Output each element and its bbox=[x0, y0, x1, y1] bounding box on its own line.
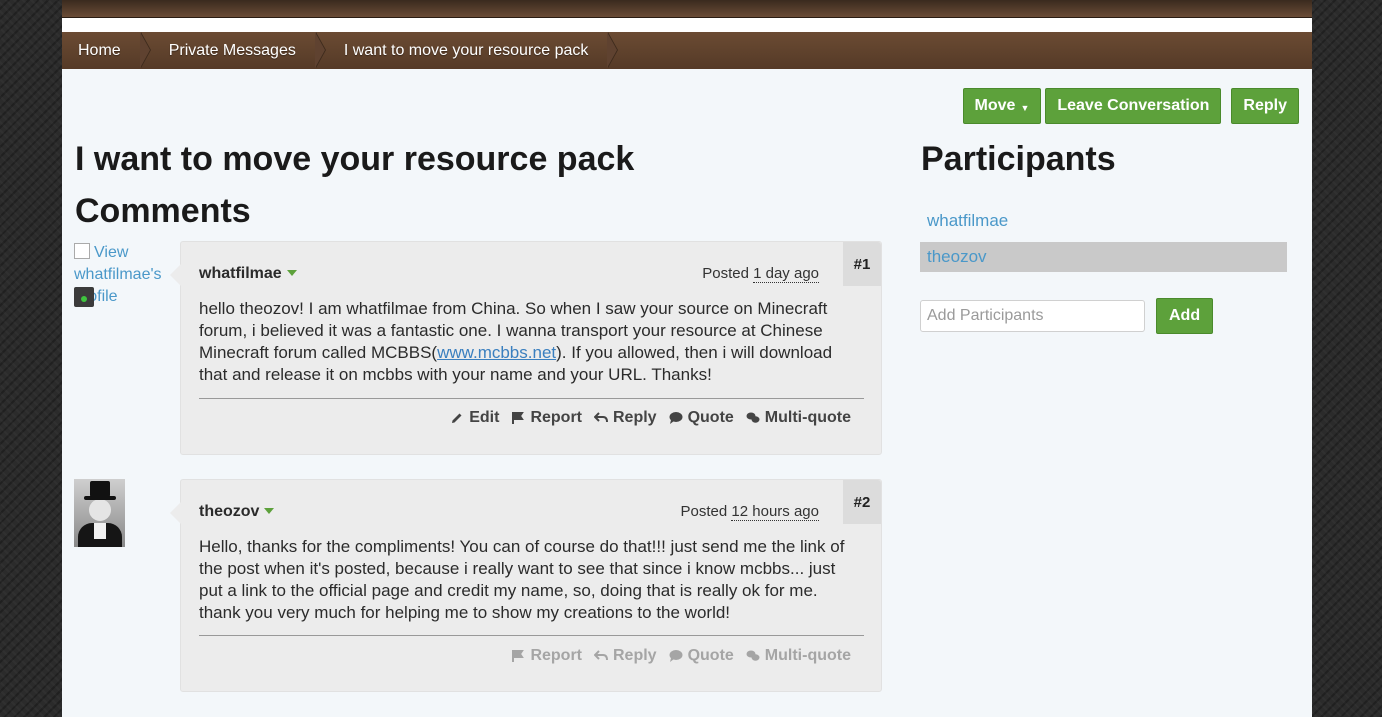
post-body: Hello, thanks for the compliments! You c… bbox=[199, 537, 845, 622]
page-title: I want to move your resource pack bbox=[75, 140, 635, 178]
flag-icon bbox=[512, 412, 525, 424]
report-button[interactable]: Report bbox=[511, 409, 582, 427]
move-button[interactable]: Move ▼ bbox=[962, 88, 1042, 124]
post-author[interactable]: theozov bbox=[199, 503, 275, 521]
mcbbs-link[interactable]: www.mcbbs.net bbox=[437, 343, 556, 362]
edit-button[interactable]: Edit bbox=[450, 409, 499, 427]
pencil-icon bbox=[452, 413, 462, 423]
chevron-down-icon bbox=[264, 508, 275, 514]
participants-heading: Participants bbox=[921, 140, 1116, 178]
avatar-whatfilmae[interactable]: View whatfilmae's profile bbox=[74, 242, 174, 308]
top-bar bbox=[62, 0, 1312, 18]
reply-icon bbox=[594, 412, 608, 423]
post-timestamp: Posted 1 day ago bbox=[702, 265, 819, 283]
add-participants-form: Add bbox=[920, 298, 1214, 334]
multi-quote-icon bbox=[746, 412, 760, 423]
breadcrumb-current[interactable]: I want to move your resource pack bbox=[318, 32, 618, 69]
multi-quote-button[interactable]: Multi-quote bbox=[746, 647, 851, 665]
online-status-icon bbox=[74, 287, 94, 307]
reply-icon bbox=[594, 650, 608, 661]
leave-conversation-button[interactable]: Leave Conversation bbox=[1045, 88, 1222, 124]
post-number[interactable]: #1 bbox=[843, 242, 881, 286]
multi-quote-icon bbox=[746, 650, 760, 661]
post-tools: Report Reply Quote Multi-quote bbox=[511, 647, 851, 665]
reply-post-button[interactable]: Reply bbox=[594, 647, 657, 665]
add-participants-input[interactable] bbox=[920, 300, 1145, 332]
add-button[interactable]: Add bbox=[1156, 298, 1214, 334]
flag-icon bbox=[512, 650, 525, 662]
reply-button[interactable]: Reply bbox=[1231, 88, 1299, 124]
report-button[interactable]: Report bbox=[511, 647, 582, 665]
quote-button[interactable]: Quote bbox=[669, 647, 734, 665]
breadcrumb: Home Private Messages I want to move you… bbox=[62, 32, 1312, 69]
message-post: #1 whatfilmae Posted 1 day ago hello the… bbox=[170, 241, 882, 455]
quote-bubble-icon bbox=[669, 412, 683, 424]
participant-whatfilmae[interactable]: whatfilmae bbox=[920, 206, 1287, 236]
conversation-actions: Move ▼ Leave Conversation Reply bbox=[962, 88, 1299, 124]
quote-button[interactable]: Quote bbox=[669, 409, 734, 427]
reply-post-button[interactable]: Reply bbox=[594, 409, 657, 427]
post-body: hello theozov! I am whatfilmae from Chin… bbox=[199, 299, 833, 384]
breadcrumb-home[interactable]: Home bbox=[62, 32, 151, 69]
avatar-theozov[interactable] bbox=[74, 479, 125, 547]
quote-bubble-icon bbox=[669, 650, 683, 662]
multi-quote-button[interactable]: Multi-quote bbox=[746, 409, 851, 427]
participants-list: whatfilmae theozov bbox=[920, 206, 1287, 278]
post-number[interactable]: #2 bbox=[843, 480, 881, 524]
divider bbox=[199, 635, 864, 636]
post-tools: Edit Report Reply Quote Multi-quote bbox=[450, 409, 851, 427]
chevron-down-icon: ▼ bbox=[1020, 103, 1030, 113]
participant-theozov[interactable]: theozov bbox=[920, 242, 1287, 272]
breadcrumb-private-messages[interactable]: Private Messages bbox=[143, 32, 327, 69]
message-post: #2 theozov Posted 12 hours ago Hello, th… bbox=[170, 479, 882, 692]
post-author[interactable]: whatfilmae bbox=[199, 265, 297, 283]
divider bbox=[199, 398, 864, 399]
page: Home Private Messages I want to move you… bbox=[62, 0, 1312, 717]
broken-image-icon bbox=[74, 243, 90, 259]
comments-heading: Comments bbox=[75, 192, 251, 230]
post-timestamp: Posted 12 hours ago bbox=[680, 503, 819, 521]
chevron-down-icon bbox=[286, 270, 297, 276]
